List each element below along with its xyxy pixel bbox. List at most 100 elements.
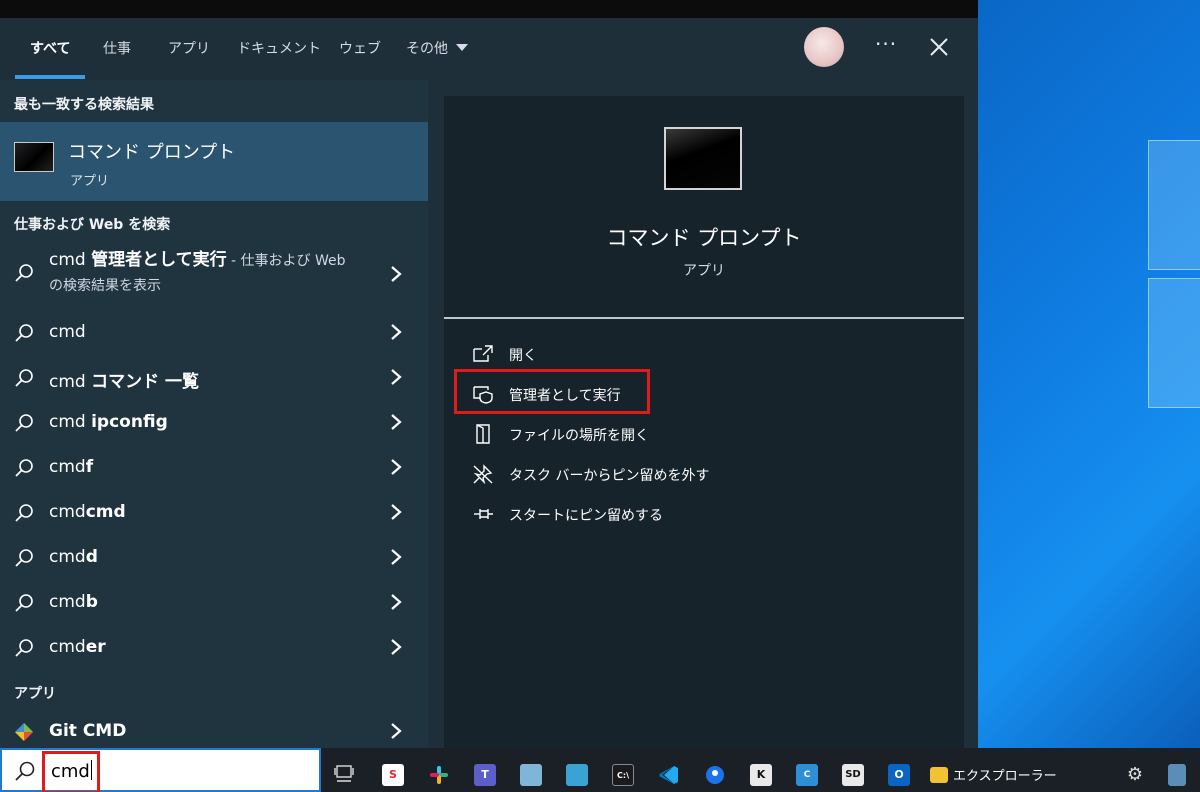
query-text: cmd <box>49 457 86 477</box>
best-match-heading: 最も一致する検索結果 <box>14 97 154 113</box>
list-item[interactable]: cmdcmd <box>0 491 428 535</box>
list-item-label: cmder <box>49 637 106 657</box>
suggestion-text: コマンド 一覧 <box>91 372 200 392</box>
pin-icon <box>474 509 493 519</box>
suggestion-text: er <box>85 637 106 657</box>
list-item[interactable]: cmd ipconfig <box>0 401 428 445</box>
desktop-background <box>978 0 1200 760</box>
highlight-box <box>42 751 100 792</box>
search-icon <box>15 414 33 432</box>
k-app-icon[interactable]: K <box>750 764 772 786</box>
avatar[interactable] <box>804 27 844 67</box>
chevron-right-icon <box>391 414 402 430</box>
search-icon <box>15 504 33 522</box>
outlook-icon[interactable]: O <box>888 764 910 786</box>
caret-down-icon <box>456 44 468 51</box>
results-list: 最も一致する検索結果 コマンド プロンプト アプリ 仕事および Web を検索 … <box>0 80 428 748</box>
list-item[interactable]: cmdd <box>0 536 428 580</box>
chevron-right-icon <box>391 324 402 340</box>
suggestion-text: b <box>85 592 98 612</box>
task-view-icon[interactable] <box>333 763 355 785</box>
chevron-right-icon <box>391 459 402 475</box>
slack-icon[interactable] <box>428 764 450 786</box>
suffix-text-line2: の検索結果を表示 <box>49 278 161 294</box>
query-text: cmd <box>49 637 86 657</box>
search-tabs: すべて 仕事 アプリ ドキュメント ウェブ その他 ··· <box>0 18 978 80</box>
settings-icon[interactable]: ⚙ <box>1124 764 1146 786</box>
explorer-label[interactable]: エクスプローラー <box>953 765 1057 784</box>
close-icon[interactable] <box>928 36 950 58</box>
list-item[interactable]: cmd コマンド 一覧 <box>0 356 428 400</box>
divider <box>444 317 964 319</box>
search-icon <box>15 459 33 477</box>
app-blue-icon[interactable]: C <box>796 764 818 786</box>
apps-heading: アプリ <box>14 686 56 702</box>
chevron-right-icon <box>391 266 402 282</box>
app-label: Git CMD <box>49 721 127 741</box>
list-item[interactable]: cmdb <box>0 581 428 625</box>
list-item-label: cmdd <box>49 547 98 567</box>
windows-logo-pane <box>1148 140 1200 270</box>
action-label: タスク バーからピン留めを外す <box>509 468 710 484</box>
action-label: 開く <box>509 348 537 364</box>
list-item-label: cmd <box>49 322 86 342</box>
tab-all[interactable]: すべて <box>30 38 70 58</box>
preview-pane: コマンド プロンプト アプリ 開く 管理者として実行 ファイルの場所を開く タス… <box>444 96 964 748</box>
teams-icon[interactable]: T <box>474 764 496 786</box>
best-match-title: コマンド プロンプト <box>68 142 236 163</box>
suffix-text: - 仕事および Web <box>226 253 346 269</box>
query-text: cmd <box>49 372 92 392</box>
query-text: cmd <box>49 412 92 432</box>
suggestion-text: 管理者として実行 <box>91 250 227 270</box>
list-item-label: cmdb <box>49 592 98 612</box>
terminal-icon[interactable]: C:\ <box>612 764 634 786</box>
file-location-icon <box>476 424 490 444</box>
list-item[interactable]: cmd <box>0 311 428 355</box>
chevron-right-icon <box>391 504 402 520</box>
list-item[interactable]: cmdf <box>0 446 428 490</box>
chevron-right-icon <box>391 723 402 739</box>
action-label: ファイルの場所を開く <box>509 428 649 444</box>
search-panel: すべて 仕事 アプリ ドキュメント ウェブ その他 ··· 最も一致する検索結果… <box>0 18 978 748</box>
active-tab-indicator <box>15 75 85 79</box>
list-item-label: cmdcmd <box>49 502 126 522</box>
tab-work[interactable]: 仕事 <box>103 38 131 58</box>
suggestion-text: cmd <box>85 502 126 522</box>
tab-documents[interactable]: ドキュメント <box>237 38 321 58</box>
search-icon <box>15 639 33 657</box>
suggestion-text: d <box>85 547 98 567</box>
network-icon[interactable] <box>1168 764 1186 786</box>
list-item-label: cmd 管理者として実行 - 仕事および Web の検索結果を表示 <box>49 248 346 298</box>
building-icon[interactable] <box>566 764 588 786</box>
list-item-label: cmd ipconfig <box>49 412 168 432</box>
app-s-icon[interactable]: S <box>382 764 404 786</box>
command-prompt-icon <box>664 127 742 190</box>
taskbar: cmd S T C:\ K C SD O エクスプローラー ⚙ <box>0 748 1200 792</box>
search-icon <box>15 369 33 387</box>
explorer-icon[interactable] <box>930 767 948 783</box>
more-options-icon[interactable]: ··· <box>875 32 897 56</box>
tab-apps[interactable]: アプリ <box>168 38 210 58</box>
unpin-icon <box>473 464 493 484</box>
chevron-right-icon <box>391 639 402 655</box>
search-icon <box>15 324 33 342</box>
chevron-right-icon <box>391 594 402 610</box>
list-item-label: Git CMD <box>49 721 126 741</box>
search-icon <box>15 761 35 781</box>
notepad-icon[interactable] <box>520 764 542 786</box>
query-text: cmd <box>49 322 86 342</box>
search-icon <box>15 264 33 282</box>
tab-web[interactable]: ウェブ <box>339 38 381 58</box>
list-item-label: cmdf <box>49 457 93 477</box>
vscode-icon[interactable] <box>658 764 680 786</box>
search-input[interactable]: cmd <box>0 748 321 792</box>
query-text: cmd <box>49 547 86 567</box>
app-sd-icon[interactable]: SD <box>842 764 864 786</box>
tab-more[interactable]: その他 <box>406 38 468 58</box>
list-item[interactable]: cmd 管理者として実行 - 仕事および Web の検索結果を表示 <box>0 246 428 302</box>
open-icon <box>473 345 493 362</box>
list-item[interactable]: cmder <box>0 626 428 670</box>
list-item-label: cmd コマンド 一覧 <box>49 367 199 392</box>
best-match-item[interactable]: コマンド プロンプト アプリ <box>0 122 428 201</box>
maps-icon[interactable] <box>704 764 726 786</box>
